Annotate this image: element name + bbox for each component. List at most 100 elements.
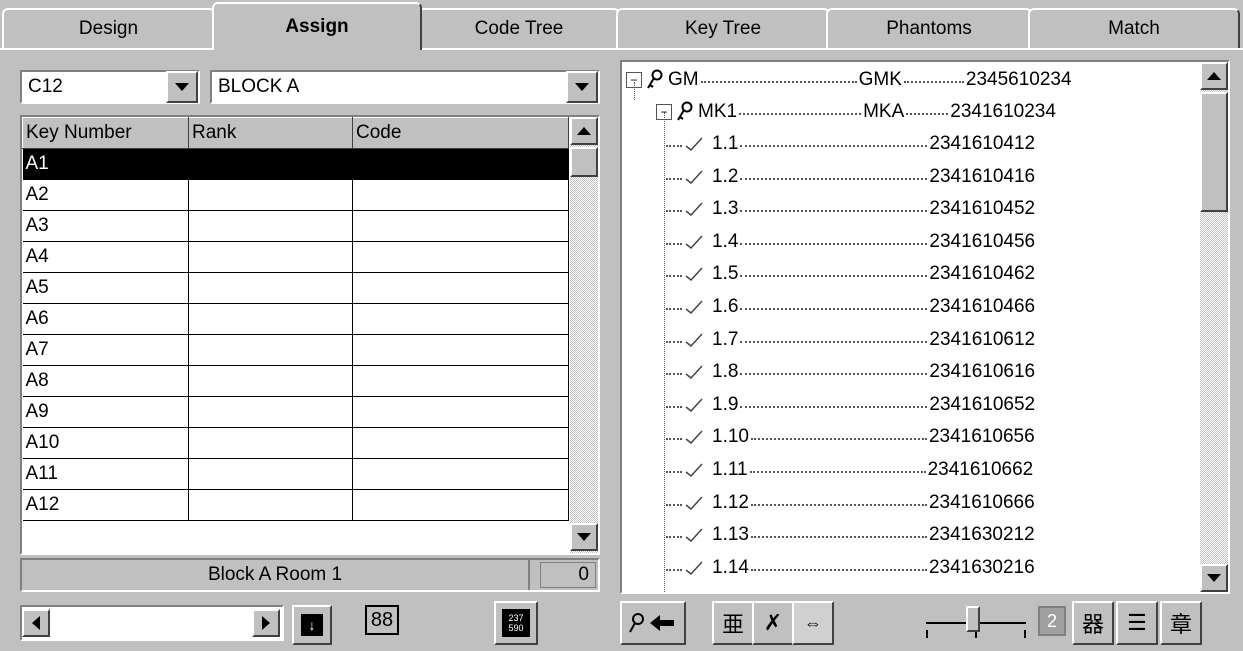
tab-design[interactable]: Design <box>2 8 215 48</box>
slider-thumb[interactable] <box>966 606 980 632</box>
code-cell[interactable] <box>352 427 569 459</box>
table-row[interactable]: A10 <box>22 427 569 459</box>
tree-node-key[interactable]: 1.12 2341610666 <box>664 487 1035 519</box>
tree-node-key[interactable]: 1.7 2341610612 <box>664 324 1035 356</box>
print-button[interactable]: 章 <box>1160 601 1202 645</box>
import-button[interactable]: ↓ <box>292 605 332 645</box>
key-number-cell[interactable]: A6 <box>22 303 189 335</box>
rank-cell[interactable] <box>188 241 353 273</box>
tree-node-key[interactable]: 1.10 2341610656 <box>664 421 1035 453</box>
code-cell[interactable] <box>352 241 569 273</box>
code-cell[interactable] <box>352 396 569 428</box>
code-cell[interactable] <box>352 210 569 242</box>
key-tree-view[interactable]: − GM GMK 2345610234 − MK1 MKA 2341610234… <box>620 60 1230 594</box>
key-number-cell[interactable]: A4 <box>22 241 189 273</box>
tab-phantoms[interactable]: Phantoms <box>826 8 1032 48</box>
code-cell[interactable] <box>352 303 569 335</box>
key-select[interactable]: C12 <box>20 70 200 104</box>
code-cell[interactable] <box>352 179 569 211</box>
rank-cell[interactable] <box>188 334 353 366</box>
table-row[interactable]: A2 <box>22 179 569 211</box>
tab-key-tree[interactable]: Key Tree <box>616 8 830 48</box>
scroll-up-button[interactable] <box>1200 62 1228 90</box>
table-row[interactable]: A12 <box>22 489 569 521</box>
code-cell[interactable] <box>352 272 569 304</box>
swap-button[interactable]: ⇔ <box>792 601 834 645</box>
rank-cell[interactable] <box>188 427 353 459</box>
key-number-cell[interactable]: A12 <box>22 489 189 521</box>
rank-cell[interactable] <box>188 396 353 428</box>
key-number-cell[interactable]: A3 <box>22 210 189 242</box>
rank-cell[interactable] <box>188 148 353 180</box>
key-number-cell[interactable]: A7 <box>22 334 189 366</box>
tree-node-key[interactable]: 1.6 2341610466 <box>664 291 1035 323</box>
tree-node-key[interactable]: 1.8 2341610616 <box>664 356 1035 388</box>
table-row[interactable]: A6 <box>22 303 569 335</box>
tab-code-tree[interactable]: Code Tree <box>418 8 620 48</box>
cross-keys-button[interactable]: ✗ <box>752 601 794 645</box>
list-view-button[interactable]: ☰ <box>1116 601 1158 645</box>
tab-assign[interactable]: Assign <box>212 2 422 50</box>
key-select-dropdown-button[interactable] <box>166 71 198 103</box>
key-group-button[interactable]: 器 <box>1072 601 1114 645</box>
key-number-cell[interactable]: A9 <box>22 396 189 428</box>
table-row[interactable]: A7 <box>22 334 569 366</box>
column-header-code[interactable]: Code <box>352 117 569 149</box>
tree-node-key[interactable]: 1.4 2341610456 <box>664 226 1035 258</box>
tree-node-key[interactable]: 1.9 2341610652 <box>664 389 1035 421</box>
tree-node-key[interactable]: 1.3 2341610452 <box>664 193 1035 225</box>
code-cell[interactable] <box>352 458 569 490</box>
tree-node-key[interactable]: 1.13 2341630212 <box>664 519 1035 551</box>
code-cell[interactable] <box>352 489 569 521</box>
tree-node-key[interactable]: 1.5 2341610462 <box>664 258 1035 290</box>
layout-button[interactable]: 88 <box>362 600 402 640</box>
scroll-left-button[interactable] <box>22 609 50 637</box>
key-number-cell[interactable]: A5 <box>22 272 189 304</box>
scroll-thumb[interactable] <box>1200 92 1228 212</box>
tree-node-key[interactable]: 1.11 2341610662 <box>664 454 1033 486</box>
code-cell[interactable] <box>352 148 569 180</box>
key-back-button[interactable] <box>620 601 686 645</box>
tree-node-mk1[interactable]: − MK1 MKA 2341610234 <box>656 96 1056 128</box>
rank-cell[interactable] <box>188 210 353 242</box>
table-row[interactable]: A4 <box>22 241 569 273</box>
rank-cell[interactable] <box>188 489 353 521</box>
key-number-cell[interactable]: A11 <box>22 458 189 490</box>
scroll-up-button[interactable] <box>570 117 598 145</box>
table-row[interactable]: A3 <box>22 210 569 242</box>
scroll-down-button[interactable] <box>1200 564 1228 592</box>
code-cell[interactable] <box>352 334 569 366</box>
key-number-cell[interactable]: A10 <box>22 427 189 459</box>
column-header-key-number[interactable]: Key Number <box>22 117 189 149</box>
code-cell[interactable] <box>352 365 569 397</box>
horizontal-scrollbar[interactable] <box>20 605 284 641</box>
key-grid-scrollbar[interactable] <box>570 117 598 553</box>
block-select[interactable]: BLOCK A <box>210 70 600 104</box>
table-row[interactable]: A8 <box>22 365 569 397</box>
rank-cell[interactable] <box>188 458 353 490</box>
scroll-down-button[interactable] <box>570 523 598 551</box>
table-row[interactable]: A9 <box>22 396 569 428</box>
scroll-right-button[interactable] <box>252 609 280 637</box>
tree-node-key[interactable]: 1.1 2341610412 <box>664 128 1035 160</box>
zoom-slider[interactable] <box>926 600 1026 642</box>
table-row[interactable]: A11 <box>22 458 569 490</box>
column-header-rank[interactable]: Rank <box>188 117 353 149</box>
key-grid[interactable]: Key Number Rank Code A1 A2 A3 A4 A5 A6 A7 A8 A9 A… <box>20 115 600 555</box>
key-number-cell[interactable]: A1 <box>22 148 189 180</box>
block-select-dropdown-button[interactable] <box>566 71 598 103</box>
key-number-cell[interactable]: A8 <box>22 365 189 397</box>
rank-cell[interactable] <box>188 303 353 335</box>
tab-match[interactable]: Match <box>1028 8 1240 48</box>
tree-structure-button[interactable]: 亜 <box>712 601 754 645</box>
table-row[interactable]: A1 <box>22 148 569 180</box>
rank-cell[interactable] <box>188 272 353 304</box>
rank-cell[interactable] <box>188 179 353 211</box>
tree-node-key[interactable]: 1.2 2341610416 <box>664 161 1035 193</box>
tree-node-gm[interactable]: − GM GMK 2345610234 <box>626 64 1072 96</box>
table-row[interactable]: A5 <box>22 272 569 304</box>
key-number-cell[interactable]: A2 <box>22 179 189 211</box>
tree-scrollbar[interactable] <box>1200 62 1228 592</box>
tree-node-key[interactable]: 1.14 2341630216 <box>664 552 1035 584</box>
scroll-thumb[interactable] <box>570 147 598 177</box>
